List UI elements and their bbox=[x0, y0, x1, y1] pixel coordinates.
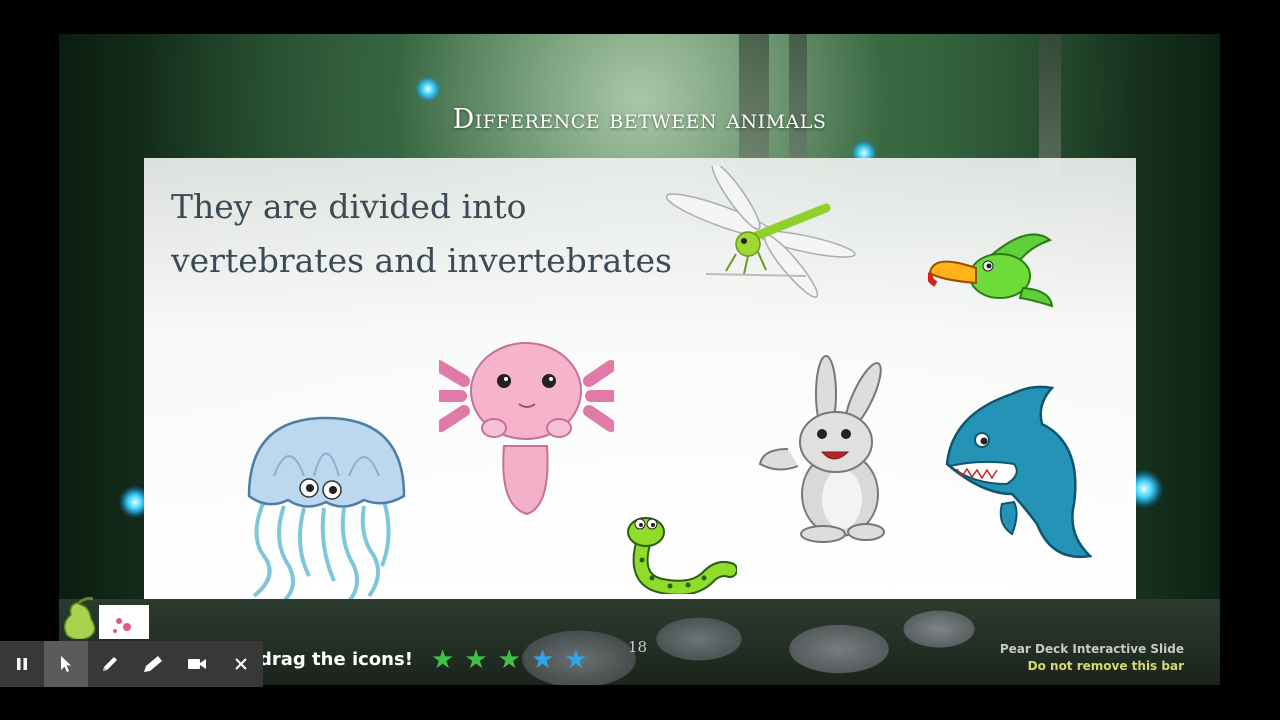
glow-orb bbox=[415, 76, 441, 102]
pen-button[interactable] bbox=[88, 641, 132, 687]
rabbit-image[interactable] bbox=[758, 354, 898, 544]
pause-icon bbox=[16, 658, 27, 670]
star-icon: ★ bbox=[464, 645, 488, 675]
axolotl-image[interactable] bbox=[439, 336, 614, 518]
camera-button[interactable] bbox=[175, 641, 219, 687]
rating-stars: ★ ★ ★ ★ ★ bbox=[431, 647, 588, 673]
close-icon bbox=[235, 658, 247, 670]
body-line-1: They are divided into bbox=[171, 187, 527, 226]
content-panel: They are divided into vertebrates and in… bbox=[144, 158, 1136, 603]
parrot-image[interactable] bbox=[928, 228, 1053, 310]
page-number: 18 bbox=[628, 638, 648, 656]
pear-deck-bar: Pear Deck Interactive Slide Do not remov… bbox=[1000, 641, 1184, 675]
highlighter-button[interactable] bbox=[131, 641, 175, 687]
body-line-2: vertebrates and invertebrates bbox=[171, 241, 672, 280]
pointer-button[interactable] bbox=[43, 641, 88, 687]
dragonfly-image[interactable] bbox=[666, 166, 862, 298]
snake-image[interactable] bbox=[622, 510, 737, 594]
slide-title: Difference between animals bbox=[452, 104, 827, 135]
star-icon: ★ bbox=[497, 645, 521, 675]
shark-image[interactable] bbox=[942, 384, 1092, 566]
video-camera-icon bbox=[188, 659, 207, 669]
slide: Difference between animals They are divi… bbox=[59, 34, 1220, 685]
star-icon: ★ bbox=[530, 645, 555, 675]
star-icon: ★ bbox=[431, 645, 455, 675]
star-icon: ★ bbox=[564, 645, 588, 675]
pointer-icon bbox=[60, 656, 71, 672]
jellyfish-image[interactable] bbox=[244, 416, 409, 601]
pear-deck-logo bbox=[64, 597, 149, 639]
pause-button[interactable] bbox=[0, 641, 44, 687]
highlighter-icon bbox=[144, 656, 163, 672]
pen-icon bbox=[102, 657, 117, 671]
instruction-text: drag the icons! bbox=[259, 649, 413, 670]
pear-deck-bar-title: Pear Deck Interactive Slide bbox=[999, 642, 1184, 656]
pear-deck-bar-subtitle: Do not remove this bar bbox=[1027, 659, 1184, 673]
presentation-toolbar bbox=[0, 641, 263, 687]
close-button[interactable] bbox=[219, 641, 263, 687]
body-text: They are divided into vertebrates and in… bbox=[171, 180, 672, 288]
